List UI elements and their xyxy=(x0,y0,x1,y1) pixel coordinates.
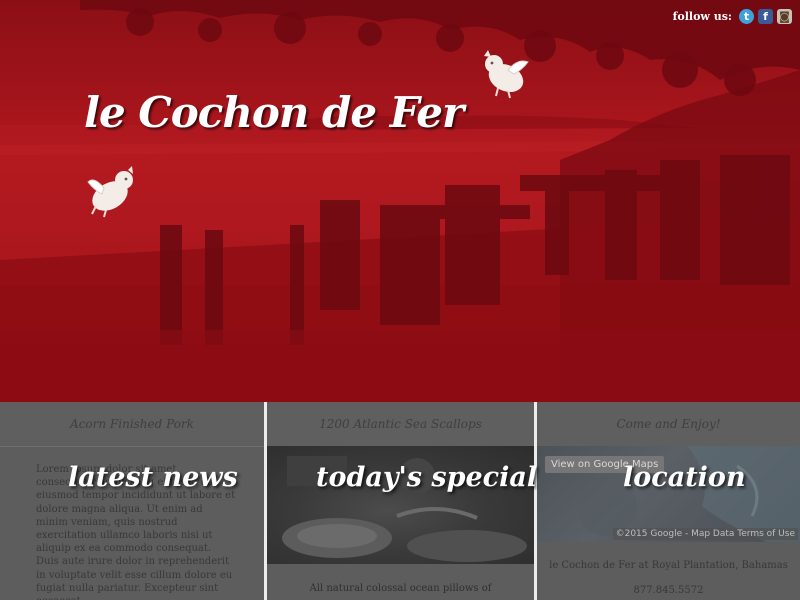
social-follow-bar: follow us: t f ◙ xyxy=(673,9,792,24)
site-logo[interactable]: le Cochon de Fer xyxy=(84,88,464,137)
location-column: Come and Enjoy! View on Google Maps ©201… xyxy=(537,402,800,600)
follow-label: follow us: xyxy=(672,10,732,23)
location-column-title: Come and Enjoy! xyxy=(537,402,800,447)
hero-banner: follow us: t f ◙ le Cochon de Fer xyxy=(0,0,800,402)
location-phone[interactable]: 877.845.5572 xyxy=(537,585,800,596)
special-body-text: All natural colossal ocean pillows of xyxy=(309,583,492,594)
map-credit[interactable]: ©2015 Google - Map Data Terms of Use xyxy=(612,528,798,540)
news-column-title: Acorn Finished Pork xyxy=(0,402,264,447)
news-column: Acorn Finished Pork Lorem ipsum dolor si… xyxy=(0,402,264,600)
twitter-icon[interactable]: t xyxy=(739,9,754,24)
location-map[interactable]: View on Google Maps ©2015 Google - Map D… xyxy=(537,446,800,542)
special-column: 1200 Atlantic Sea Scallops All natural c… xyxy=(267,402,534,600)
flying-pig-icon xyxy=(87,166,133,218)
instagram-icon[interactable]: ◙ xyxy=(777,9,792,24)
location-heading[interactable]: location xyxy=(623,462,746,493)
todays-special-heading[interactable]: today's special xyxy=(316,462,537,493)
special-column-title: 1200 Atlantic Sea Scallops xyxy=(267,402,534,447)
flying-pig-icon xyxy=(484,50,529,99)
location-address: le Cochon de Fer at Royal Plantation, Ba… xyxy=(549,560,788,571)
latest-news-heading[interactable]: latest news xyxy=(68,462,238,493)
facebook-icon[interactable]: f xyxy=(758,9,773,24)
